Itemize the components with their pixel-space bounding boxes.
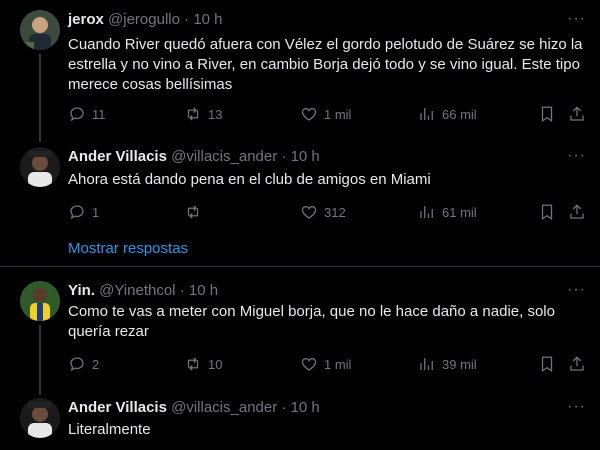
retweet-button[interactable]: 10 [184,353,222,375]
bookmark-icon [541,204,553,220]
reply-count: 1 [92,204,100,220]
like-button[interactable]: 1 mil [300,103,351,125]
more-icon[interactable]: ··· [567,148,586,164]
views-count: 66 mil [442,106,477,122]
like-count: 312 [324,204,346,220]
tweet-text: Cuando River quedó afuera con Vélez el g… [68,36,587,93]
views-button[interactable]: 66 mil [418,103,477,125]
more-icon[interactable]: ··· [567,11,586,27]
timestamp[interactable]: 10 h [291,148,320,165]
retweet-icon [187,107,199,121]
share-button[interactable] [568,103,586,125]
share-button[interactable] [568,353,586,375]
reply-button[interactable]: 11 [68,103,106,125]
more-icon[interactable]: ··· [567,399,586,415]
reply-button[interactable]: 2 [68,353,99,375]
views-button[interactable]: 39 mil [418,353,477,375]
show-replies-link[interactable]: Mostrar respostas [68,240,188,257]
bookmark-button[interactable] [538,103,556,125]
share-icon [570,204,584,219]
tweet-header: Yin. @Yinethcol · 10 h [68,281,218,301]
reply-icon [70,107,84,122]
action-bar: 2 10 1 mil 39 mil [68,353,588,375]
heart-icon [301,358,317,371]
tweet-header: jerox @jerogullo · 10 h [68,10,223,30]
display-name[interactable]: jerox [68,11,104,28]
reply-button[interactable]: 1 [68,201,99,223]
separator-dot: · [281,399,287,416]
separator-dot: · [179,282,185,299]
views-count: 39 mil [442,356,477,372]
user-handle[interactable]: @villacis_ander [171,148,277,165]
views-icon [420,108,433,120]
display-name[interactable]: Ander Villacis [68,399,167,416]
user-handle[interactable]: @villacis_ander [171,399,277,416]
retweet-count: 10 [208,356,223,372]
separator-dot: · [184,11,190,28]
bookmark-button[interactable] [538,201,556,223]
timestamp[interactable]: 10 h [189,282,218,299]
tweet-reply-villacis[interactable]: Ander Villacis @villacis_ander · 10 h ··… [0,147,600,227]
tweet-reply-villacis-2[interactable]: Ander Villacis @villacis_ander · 10 h ··… [0,398,600,450]
retweet-count: 13 [208,106,223,122]
avatar[interactable] [20,147,60,187]
views-count: 61 mil [442,204,477,220]
timestamp[interactable]: 10 h [291,399,320,416]
reply-count: 11 [92,106,106,122]
avatar[interactable] [20,281,60,321]
bookmark-button[interactable] [538,353,556,375]
tweet-yin[interactable]: Yin. @Yinethcol · 10 h ··· Como te vas a… [0,281,600,381]
display-name[interactable]: Yin. [68,282,95,299]
tweet-text: Ahora está dando pena en el club de amig… [68,171,431,188]
views-button[interactable]: 61 mil [418,201,477,223]
action-bar: 1 312 61 mil [68,201,588,223]
retweet-icon [187,205,199,219]
separator-dot: · [281,148,287,165]
retweet-button[interactable]: 13 [184,103,222,125]
retweet-button[interactable] [184,201,208,223]
retweet-icon [187,357,199,371]
heart-icon [301,108,317,121]
like-button[interactable]: 1 mil [300,353,351,375]
reply-icon [70,357,84,372]
thread-line [39,54,41,142]
reply-icon [70,205,84,220]
tweet-header: Ander Villacis @villacis_ander · 10 h [68,398,320,418]
divider [0,266,600,267]
user-handle[interactable]: @Yinethcol [99,282,175,299]
action-bar: 11 13 1 mil 66 mil [68,103,588,125]
like-count: 1 mil [324,106,352,122]
share-icon [570,106,584,121]
avatar[interactable] [20,398,60,438]
thread-line [39,325,41,395]
tweet-text: Literalmente [68,421,151,438]
avatar[interactable] [20,10,60,50]
tweet-text: Como te vas a meter con Miguel borja, qu… [68,303,560,340]
timestamp[interactable]: 10 h [193,11,222,28]
heart-icon [301,206,317,219]
tweet-header: Ander Villacis @villacis_ander · 10 h [68,147,320,167]
display-name[interactable]: Ander Villacis [68,148,167,165]
bookmark-icon [541,356,553,372]
share-icon [570,356,584,371]
user-handle[interactable]: @jerogullo [108,11,180,28]
tweet-jerox[interactable]: jerox @jerogullo · 10 h ··· Cuando River… [0,10,600,135]
reply-count: 2 [92,356,100,372]
views-icon [420,358,433,370]
views-icon [420,206,433,218]
share-button[interactable] [568,201,586,223]
bookmark-icon [541,106,553,122]
like-button[interactable]: 312 [300,201,346,223]
more-icon[interactable]: ··· [567,282,586,298]
like-count: 1 mil [324,356,352,372]
